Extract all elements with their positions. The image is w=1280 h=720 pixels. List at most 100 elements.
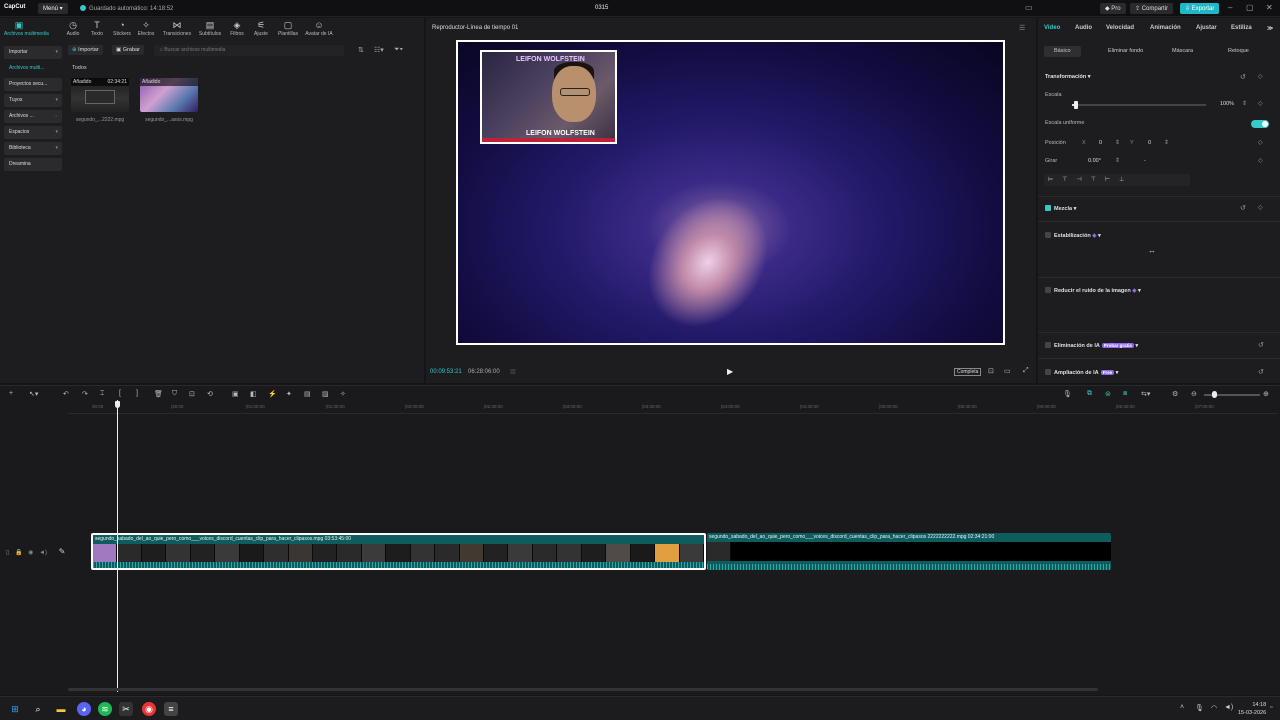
media-thumbnail-2[interactable]: Añadido xyxy=(140,78,198,112)
maximize-icon[interactable]: ▢ xyxy=(1246,3,1254,12)
select-tool-icon[interactable]: ↖▾ xyxy=(29,390,38,398)
image-icon[interactable]: ▨ xyxy=(322,390,329,398)
stepper-icon[interactable]: ⇕ xyxy=(1115,139,1120,146)
pos-x-input[interactable]: 0 xyxy=(1099,140,1102,146)
media-search-input[interactable]: ⌕ Buscar archivos multimedia xyxy=(154,45,344,56)
keyframe-icon[interactable]: ◇ xyxy=(1258,73,1263,80)
redo-icon[interactable]: ↷ xyxy=(82,390,88,398)
microphone-tray-icon[interactable]: 🎙 xyxy=(1195,704,1204,712)
tool-templates[interactable]: ▢ Plantillas xyxy=(273,20,303,37)
share-button[interactable]: ⇪ Compartir xyxy=(1130,3,1174,14)
stepper-icon[interactable]: ⇕ xyxy=(1164,139,1169,146)
stepper-icon[interactable]: ⇕ xyxy=(1242,100,1247,107)
preview-axis-icon[interactable]: ⇆▾ xyxy=(1141,390,1150,398)
keyframe-icon[interactable]: ◇ xyxy=(1258,100,1263,107)
zoom-in-icon[interactable]: ⊕ xyxy=(1263,390,1269,398)
timeline-ruler[interactable]: 00:00 |30:00 |01:00:00 |01:30:00 |02:00:… xyxy=(68,402,1278,414)
layout-icon[interactable]: ▭ xyxy=(1025,3,1033,12)
sort-icon[interactable]: ⇅ xyxy=(358,46,364,54)
split-icon[interactable]: ⌶ xyxy=(100,390,104,398)
tab-speed[interactable]: Velocidad xyxy=(1106,25,1134,31)
zoom-slider-knob[interactable] xyxy=(1212,391,1217,398)
aspect-ratio-icon[interactable]: ▭ xyxy=(1004,367,1011,375)
minimize-icon[interactable]: – xyxy=(1228,3,1232,12)
video-preview[interactable]: LEIFON WOLFSTEIN LEIFON WOLFSTEIN xyxy=(456,40,1005,345)
import-button[interactable]: ⊕ Importar xyxy=(68,45,103,55)
more-tabs-icon[interactable]: ≫ xyxy=(1267,25,1273,32)
mark-icon[interactable]: ⛉ xyxy=(172,390,177,398)
mirror-icon[interactable]: ◧ xyxy=(250,390,257,398)
speed-icon[interactable]: ⚡ xyxy=(268,390,277,398)
record-button[interactable]: ▣ Grabar xyxy=(112,45,144,55)
magic-icon[interactable]: ✦ xyxy=(286,390,292,398)
tab-adjust[interactable]: Ajustar xyxy=(1196,25,1217,31)
wifi-icon[interactable]: ◠ xyxy=(1211,704,1217,712)
file-explorer-icon[interactable]: ▬ xyxy=(54,702,68,716)
scale-slider-knob[interactable] xyxy=(1074,101,1078,109)
sidebar-item-dreamina[interactable]: Dreamina xyxy=(4,158,62,171)
sidebar-item-library[interactable]: Biblioteca ▾ xyxy=(4,142,62,155)
link-main-track-icon[interactable]: ⧉ xyxy=(1087,390,1092,398)
notifications-icon[interactable]: ▫ xyxy=(1270,704,1272,711)
player-menu-icon[interactable]: ☰ xyxy=(1019,24,1025,32)
sidebar-item-files[interactable]: Archivos ... → xyxy=(4,110,62,123)
uniform-scale-toggle[interactable] xyxy=(1251,120,1269,128)
tab-audio[interactable]: Audio xyxy=(1075,25,1092,31)
sidebar-item-subprojects[interactable]: Proyectos secu... xyxy=(4,78,62,91)
playhead[interactable] xyxy=(117,400,118,692)
tab-stylize[interactable]: Estiliza xyxy=(1231,25,1252,31)
denoise-section[interactable]: Reducir el ruido de la imagen ◆ ▾ xyxy=(1045,287,1141,294)
timeline-scrollbar[interactable] xyxy=(68,688,1098,691)
scale-slider-track[interactable] xyxy=(1072,104,1206,106)
subtab-remove-bg[interactable]: Eliminar fondo xyxy=(1098,46,1153,57)
ai-tool-icon[interactable]: ✧ xyxy=(340,390,346,398)
tray-chevron-icon[interactable]: ˄ xyxy=(1180,704,1184,711)
stabilize-section[interactable]: Estabilización ◆ ▾ xyxy=(1045,232,1101,239)
reset-icon[interactable]: ↺ xyxy=(1240,204,1246,212)
playhead-handle[interactable] xyxy=(115,401,120,408)
crop-icon[interactable]: ⊡ xyxy=(988,367,994,375)
edit-cover-icon[interactable]: ✎ xyxy=(59,547,66,556)
ai-expand-section[interactable]: Ampliación de IA Free ▾ xyxy=(1045,369,1118,376)
checkbox-icon[interactable] xyxy=(1045,232,1051,238)
view-grid-icon[interactable]: ☷▾ xyxy=(374,46,384,54)
play-button[interactable]: ▶ xyxy=(727,367,733,376)
tool-avatar[interactable]: ☺ Avatar de IA xyxy=(304,20,334,37)
keyframe-icon[interactable]: ◇ xyxy=(1258,157,1263,164)
undo-icon[interactable]: ↶ xyxy=(63,390,69,398)
media-thumbnail-1[interactable]: Añadido 02:34:21 xyxy=(71,78,129,112)
subtab-mask[interactable]: Máscara xyxy=(1162,46,1203,57)
cover-icon[interactable]: ▯ xyxy=(6,550,9,556)
reset-icon[interactable]: ↺ xyxy=(1258,341,1264,349)
export-button[interactable]: ⇩ Exportar xyxy=(1180,3,1220,14)
pos-y-input[interactable]: 0 xyxy=(1148,140,1151,146)
auto-reframe-icon[interactable]: ⟲ xyxy=(207,390,213,398)
mute-icon[interactable]: ◄) xyxy=(39,550,47,556)
webcam-overlay[interactable]: LEIFON WOLFSTEIN LEIFON WOLFSTEIN xyxy=(480,50,617,144)
checkbox-icon[interactable] xyxy=(1045,369,1051,375)
reset-icon[interactable]: ↺ xyxy=(1258,368,1264,376)
scale-value[interactable]: 100% xyxy=(1220,101,1234,107)
sidebar-item-import[interactable]: Importar ▾ xyxy=(4,46,62,59)
sidebar-item-spaces[interactable]: Espacios ▾ xyxy=(4,126,62,139)
lock-icon[interactable]: 🔒 xyxy=(15,550,22,556)
rotate-input[interactable]: 0.00° xyxy=(1088,158,1101,164)
filter-all-label[interactable]: Todos xyxy=(72,65,87,71)
magnet-icon[interactable]: ⊜ xyxy=(1105,390,1111,398)
tool-effects[interactable]: ✧ Efectos xyxy=(131,20,161,37)
windows-start-icon[interactable]: ⊞ xyxy=(8,702,22,716)
checkbox-icon[interactable] xyxy=(1045,205,1051,211)
discord-icon[interactable]: ◕ xyxy=(77,702,91,716)
quality-complete-button[interactable]: Completa xyxy=(954,368,982,376)
timeline-settings-icon[interactable]: ⚙ xyxy=(1172,390,1178,398)
crop-tool-icon[interactable]: ⊡ xyxy=(189,390,195,398)
capcut-icon[interactable]: ✂ xyxy=(119,702,133,716)
notepad-icon[interactable]: ≡ xyxy=(164,702,178,716)
checkbox-icon[interactable] xyxy=(1045,342,1051,348)
caption-icon[interactable]: ▤ xyxy=(304,390,311,398)
stepper-icon[interactable]: ⇕ xyxy=(1115,157,1120,164)
checkbox-icon[interactable] xyxy=(1045,287,1051,293)
menu-button[interactable]: Menú ▾ xyxy=(38,3,68,14)
subtab-retouch[interactable]: Retoque xyxy=(1218,46,1259,57)
tool-media[interactable]: ▣ Archivos multimedia xyxy=(4,20,49,37)
